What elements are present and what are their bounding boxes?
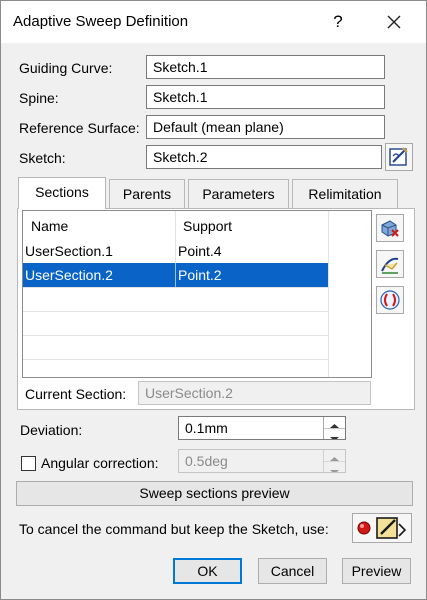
- deviation-value: 0.1mm: [185, 420, 228, 436]
- title-bar: Adaptive Sweep Definition ?: [1, 1, 426, 43]
- angular-correction-checkbox[interactable]: [21, 456, 36, 471]
- cancel-hint-text: To cancel the command but keep the Sketc…: [19, 521, 329, 537]
- edit-sketch-button[interactable]: [385, 143, 413, 171]
- dialog-window: Adaptive Sweep Definition ? Guiding Curv…: [0, 0, 427, 600]
- table-row[interactable]: UserSection.2 Point.2: [23, 263, 328, 287]
- deviation-field[interactable]: 0.1mm: [178, 416, 346, 440]
- parameters-button[interactable]: [376, 286, 404, 314]
- reference-surface-label: Reference Surface:: [19, 120, 140, 136]
- ok-button[interactable]: OK: [173, 558, 242, 584]
- section-name-cell: UserSection.1: [25, 243, 113, 259]
- column-divider: [328, 211, 329, 377]
- close-icon[interactable]: [381, 9, 407, 35]
- tab-parents[interactable]: Parents: [109, 179, 185, 209]
- angular-correction-value: 0.5deg: [185, 453, 228, 469]
- sweep-sections-preview-button[interactable]: Sweep sections preview: [16, 481, 413, 506]
- column-header-support[interactable]: Support: [175, 211, 232, 239]
- tab-parameters[interactable]: Parameters: [188, 179, 289, 209]
- spine-field[interactable]: Sketch.1: [146, 85, 385, 109]
- guiding-curve-label: Guiding Curve:: [19, 60, 113, 76]
- angular-correction-label: Angular correction:: [41, 455, 159, 471]
- column-divider: [175, 263, 176, 287]
- sketch-label: Sketch:: [19, 150, 66, 166]
- column-header-name[interactable]: Name: [23, 211, 68, 239]
- spin-down-icon: [324, 461, 345, 472]
- spin-up-icon: [324, 450, 345, 461]
- preview-button[interactable]: Preview: [342, 558, 411, 584]
- angular-correction-field: 0.5deg: [178, 449, 346, 473]
- reference-surface-field[interactable]: Default (mean plane): [146, 115, 385, 139]
- guiding-curve-field[interactable]: Sketch.1: [146, 55, 385, 79]
- help-button[interactable]: ?: [327, 9, 349, 35]
- angular-correction-spinner: [323, 450, 345, 472]
- row-divider: [23, 311, 328, 312]
- section-support-cell: Point.4: [178, 243, 222, 259]
- row-divider: [23, 287, 328, 288]
- add-section-button[interactable]: [376, 250, 404, 278]
- dialog-title: Adaptive Sweep Definition: [13, 13, 189, 30]
- row-divider: [23, 359, 328, 360]
- section-support-cell: Point.2: [178, 267, 222, 283]
- current-section-field: UserSection.2: [138, 381, 371, 405]
- sketch-field[interactable]: Sketch.2: [146, 145, 382, 169]
- deviation-spinner[interactable]: [323, 417, 345, 439]
- table-row[interactable]: UserSection.1 Point.4: [23, 239, 328, 263]
- delete-section-button[interactable]: [376, 214, 404, 242]
- cancel-button[interactable]: Cancel: [258, 558, 327, 584]
- record-sketch-button[interactable]: [352, 513, 412, 543]
- section-name-cell: UserSection.2: [25, 267, 113, 283]
- spine-label: Spine:: [19, 90, 59, 106]
- deviation-label: Deviation:: [20, 422, 83, 438]
- spin-down-icon[interactable]: [324, 428, 345, 439]
- spin-up-icon[interactable]: [324, 417, 345, 428]
- tab-sections[interactable]: Sections: [18, 177, 106, 209]
- current-section-label: Current Section:: [25, 386, 127, 402]
- row-divider: [23, 335, 328, 336]
- sections-table[interactable]: Name Support UserSection.1 Point.4 UserS…: [22, 210, 372, 378]
- tab-relimitation[interactable]: Relimitation: [292, 179, 398, 209]
